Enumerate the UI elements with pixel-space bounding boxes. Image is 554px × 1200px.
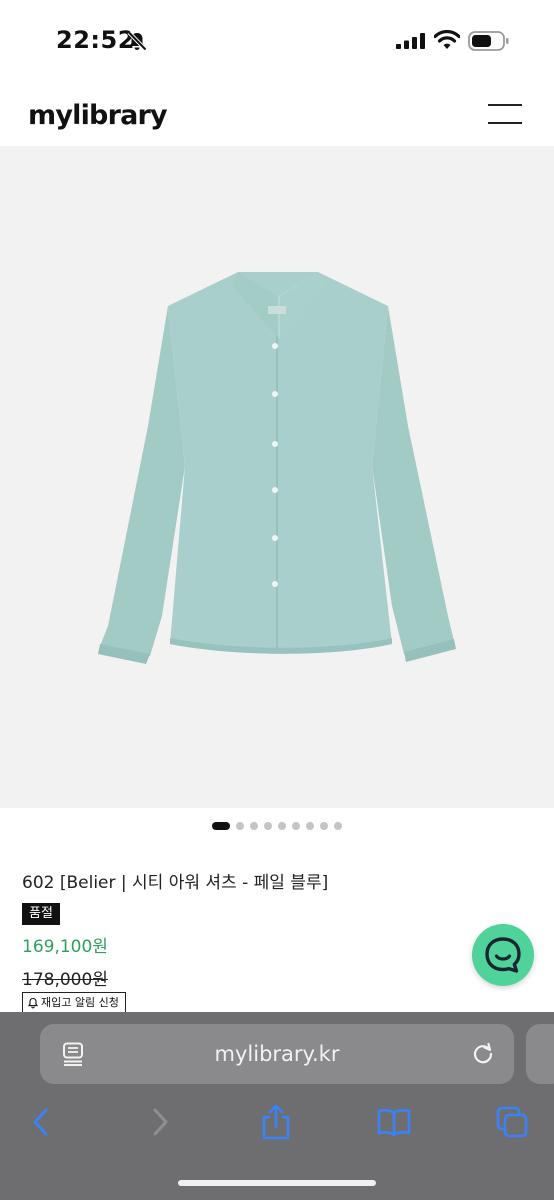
bell-off-icon [127, 31, 147, 51]
share-icon [262, 1104, 290, 1140]
bookmarks-icon [377, 1109, 411, 1137]
wifi-icon [434, 30, 460, 49]
restock-alert-label: 재입고 알림 신청 [41, 996, 119, 1009]
product-title: 602 [Belier | 시티 아워 셔츠 - 페일 블루] [22, 873, 329, 893]
site-header: mylibrary [0, 80, 554, 146]
share-button[interactable] [252, 1102, 300, 1142]
cellular-signal-icon [396, 33, 425, 49]
next-tab-preview[interactable] [526, 1024, 554, 1084]
carousel-dot[interactable] [212, 822, 230, 830]
chat-button[interactable] [472, 924, 534, 986]
back-icon [33, 1108, 48, 1136]
status-bar: 22:52 [0, 0, 554, 80]
chat-icon [485, 937, 521, 973]
back-button[interactable] [17, 1102, 65, 1142]
carousel-dot[interactable] [264, 822, 272, 830]
hamburger-menu-icon[interactable] [488, 104, 522, 124]
shirt-illustration [98, 272, 456, 664]
home-indicator [178, 1180, 376, 1186]
tabs-icon [496, 1106, 528, 1138]
restock-alert-button[interactable]: 재입고 알림 신청 [22, 992, 126, 1014]
carousel-dot[interactable] [236, 822, 244, 830]
forward-icon [153, 1108, 168, 1136]
address-bar[interactable]: mylibrary.kr [40, 1024, 514, 1084]
reload-icon[interactable] [470, 1041, 496, 1067]
carousel-dot[interactable] [278, 822, 286, 830]
soldout-badge: 품절 [22, 903, 60, 925]
carousel-dot[interactable] [334, 822, 342, 830]
product-image[interactable] [0, 146, 554, 808]
carousel-dot[interactable] [320, 822, 328, 830]
bookmarks-button[interactable] [370, 1102, 418, 1142]
bell-icon [27, 997, 39, 1009]
battery-icon [468, 31, 509, 51]
url-text: mylibrary.kr [214, 1042, 340, 1066]
sale-price: 169,100원 [22, 937, 108, 957]
forward-button[interactable] [136, 1102, 184, 1142]
status-time: 22:52 [56, 26, 135, 54]
carousel-dot[interactable] [306, 822, 314, 830]
carousel-dot[interactable] [250, 822, 258, 830]
site-logo[interactable]: mylibrary [28, 100, 168, 131]
carousel-dots[interactable] [0, 820, 554, 832]
tabs-button[interactable] [488, 1102, 536, 1142]
browser-toolbar: mylibrary.kr [0, 1012, 554, 1200]
original-price: 178,000원 [22, 970, 108, 990]
carousel-dot[interactable] [292, 822, 300, 830]
